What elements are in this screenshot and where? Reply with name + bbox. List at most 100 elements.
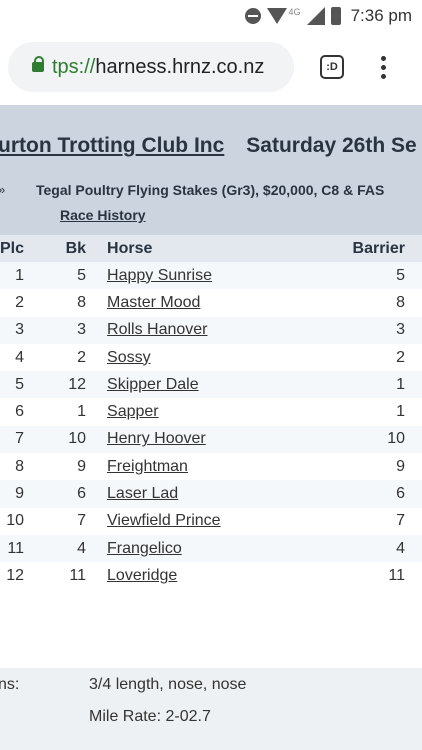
horse-cell: Laser Lad	[86, 480, 285, 507]
network-type-label: 4G	[288, 7, 301, 17]
table-row: 1 5 Happy Sunrise 5	[0, 262, 422, 290]
barrier-cell: 6	[396, 485, 405, 503]
horse-link[interactable]: Loveridge	[107, 567, 177, 584]
barrier-cell: 9	[396, 457, 405, 475]
race-arrow-icon: »	[0, 182, 5, 197]
bk-cell: 4	[77, 539, 87, 557]
meeting-title: urton Trotting Club Inc Saturday 26th Se	[0, 134, 417, 158]
table-row: 5 12 Skipper Dale 1	[0, 371, 422, 399]
barrier-cell: 4	[396, 539, 405, 557]
barrier-cell: 10	[387, 430, 405, 448]
table-header-row: Plc Bk Horse Barrier	[0, 235, 422, 262]
race-result-info: ns: 3/4 length, nose, nose Mile Rate: 2-…	[0, 668, 422, 750]
table-row: 4 2 Sossy 2	[0, 343, 422, 372]
battery-icon	[330, 7, 341, 25]
horse-link[interactable]: Master Mood	[107, 294, 200, 311]
plc-cell: 9	[15, 485, 25, 503]
plc-cell: 7	[15, 430, 25, 448]
horse-link[interactable]: Skipper Dale	[107, 376, 199, 393]
url-host: harness.hrnz.co.nz	[95, 55, 265, 78]
table-row: 7 10 Henry Hoover 10	[0, 425, 422, 454]
plc-cell: 3	[15, 321, 25, 339]
barrier-cell: 1	[396, 375, 405, 393]
lock-icon[interactable]	[32, 56, 44, 72]
horse-link[interactable]: Rolls Hanover	[107, 321, 207, 338]
status-bar: 4G 7:36 pm	[0, 0, 422, 34]
bk-cell: 9	[77, 457, 87, 475]
race-title: Tegal Poultry Flying Stakes (Gr3), $20,0…	[36, 182, 385, 198]
horse-cell: Sossy	[86, 344, 285, 371]
plc-cell: 6	[15, 403, 25, 421]
do-not-disturb-icon	[244, 8, 261, 24]
bk-cell: 12	[68, 375, 87, 393]
horse-link[interactable]: Freightman	[107, 458, 188, 475]
plc-cell: 5	[15, 375, 25, 393]
horse-cell: Viewfield Prince	[86, 508, 285, 535]
bk-cell: 1	[77, 403, 87, 421]
plc-cell: 1	[15, 266, 25, 284]
plc-cell: 8	[15, 457, 25, 475]
results-table: Plc Bk Horse Barrier 1 5 Happy Sunrise 5 2 8 M…	[0, 235, 422, 590]
address-bar[interactable]: tps://harness.hrnz.co.nz	[8, 42, 294, 92]
barrier-cell: 2	[396, 348, 405, 366]
plc-cell: 2	[15, 293, 25, 311]
horse-cell: Henry Hoover	[86, 426, 285, 453]
barrier-cell: 11	[388, 566, 405, 584]
barrier-cell: 8	[396, 293, 405, 311]
table-row: 12 11 Loveridge 11	[0, 562, 422, 590]
horse-cell: Master Mood	[86, 289, 285, 316]
browser-toolbar: tps://harness.hrnz.co.nz :D	[0, 34, 422, 102]
url-scheme: tps://	[52, 55, 96, 78]
plc-cell: 12	[6, 566, 25, 584]
table-row: 9 6 Laser Lad 6	[0, 480, 422, 508]
tab-switcher-button[interactable]: :D	[320, 55, 344, 79]
barrier-cell: 3	[396, 321, 405, 339]
table-row: 3 3 Rolls Hanover 3	[0, 316, 422, 344]
barrier-cell: 5	[396, 266, 405, 284]
bk-cell: 11	[69, 566, 87, 584]
overflow-menu-icon[interactable]	[378, 54, 388, 80]
bk-cell: 5	[77, 266, 87, 284]
plc-cell: 11	[7, 539, 25, 557]
margins-value: 3/4 length, nose, nose	[89, 676, 247, 693]
clock: 7:36 pm	[350, 6, 412, 25]
table-row: 2 8 Master Mood 8	[0, 289, 422, 317]
meeting-date: Saturday 26th Se	[246, 134, 417, 157]
table-row: 8 9 Freightman 9	[0, 453, 422, 481]
horse-link[interactable]: Henry Hoover	[107, 430, 206, 447]
mile-rate: Mile Rate: 2-02.7	[89, 708, 211, 725]
table-row: 11 4 Frangelico 4	[0, 534, 422, 563]
table-row: 6 1 Sapper 1	[0, 398, 422, 426]
col-plc: Plc	[0, 235, 25, 262]
plc-cell: 4	[15, 348, 25, 366]
plc-cell: 10	[6, 512, 25, 530]
horse-cell: Happy Sunrise	[86, 262, 285, 289]
wifi-icon	[266, 8, 287, 24]
club-name-link[interactable]: urton Trotting Club Inc	[0, 134, 224, 157]
bk-cell: 10	[68, 430, 87, 448]
col-bk: Bk	[24, 235, 87, 262]
race-history-link[interactable]: Race History	[60, 207, 146, 223]
bk-cell: 8	[77, 293, 87, 311]
horse-cell: Sapper	[86, 398, 285, 425]
horse-link[interactable]: Viewfield Prince	[107, 512, 221, 529]
status-icons: 4G 7:36 pm	[244, 6, 412, 26]
horse-link[interactable]: Sapper	[107, 403, 159, 420]
horse-link[interactable]: Sossy	[107, 349, 151, 366]
horse-link[interactable]: Happy Sunrise	[107, 267, 212, 284]
horse-link[interactable]: Laser Lad	[107, 485, 178, 502]
horse-cell: Frangelico	[86, 535, 285, 562]
url-text[interactable]: tps://harness.hrnz.co.nz	[52, 56, 264, 79]
barrier-cell: 7	[396, 512, 405, 530]
bk-cell: 3	[77, 321, 87, 339]
horse-link[interactable]: Frangelico	[107, 540, 182, 557]
horse-cell: Rolls Hanover	[86, 317, 285, 344]
margins-label: ns:	[0, 676, 20, 693]
bk-cell: 6	[77, 485, 87, 503]
horse-cell: Freightman	[86, 453, 285, 480]
col-barrier: Barrier	[285, 235, 422, 262]
table-row: 10 7 Viewfield Prince 7	[0, 507, 422, 535]
horse-cell: Skipper Dale	[86, 371, 285, 398]
cell-signal-icon	[306, 7, 325, 25]
bk-cell: 7	[77, 512, 87, 530]
